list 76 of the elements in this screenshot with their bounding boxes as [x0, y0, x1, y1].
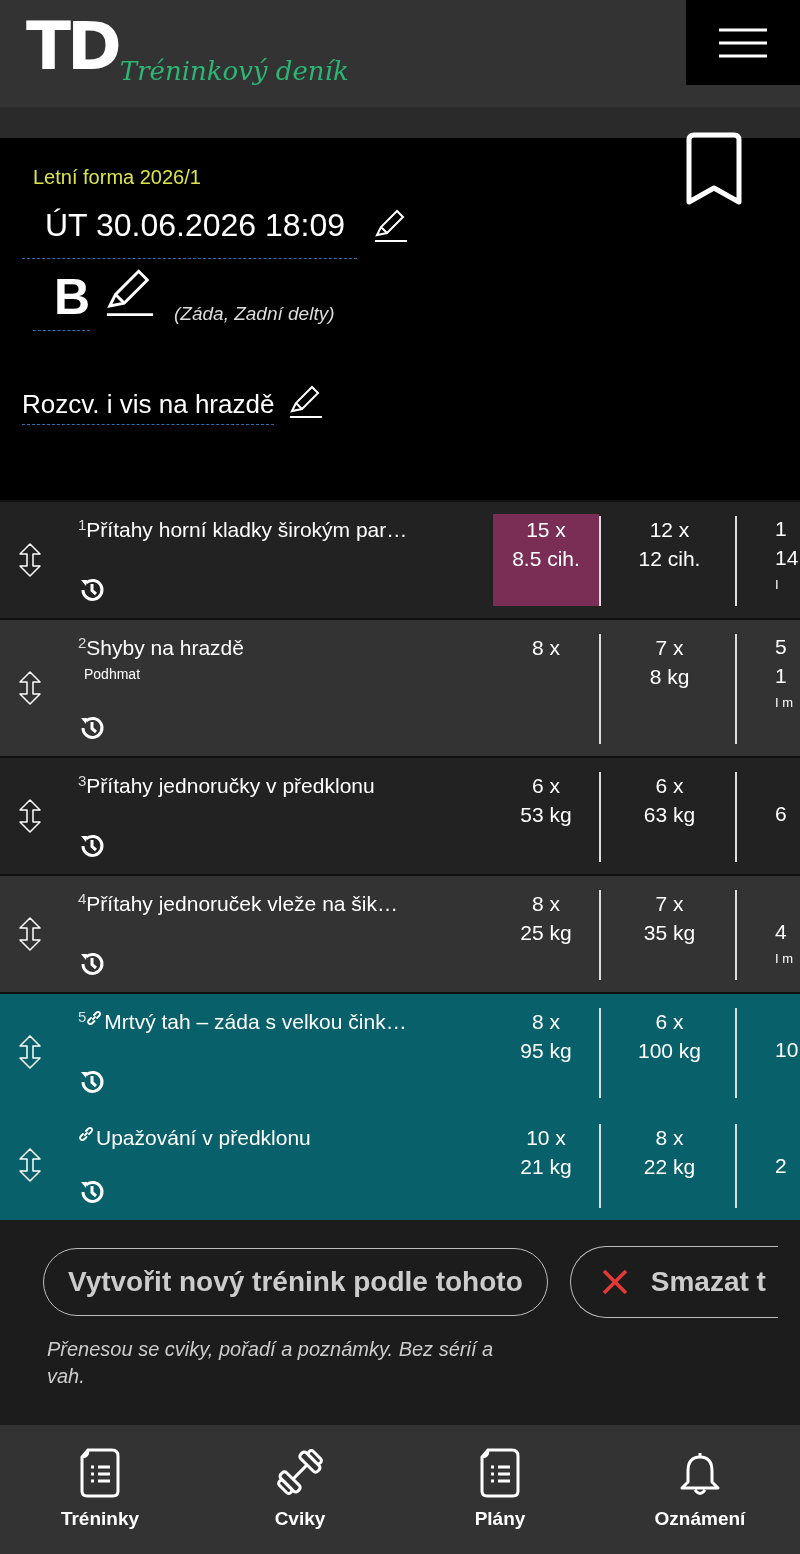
- nav-tab[interactable]: Oznámení: [600, 1425, 800, 1554]
- exercise-name: Přítahy jednoručky v předklonu: [86, 773, 375, 799]
- set-cell[interactable]: 15 x 8.5 cih.: [493, 514, 599, 606]
- history-icon[interactable]: [78, 832, 106, 860]
- set-cell[interactable]: 10 x 21 kg: [493, 1122, 599, 1214]
- menu-button[interactable]: [686, 0, 800, 85]
- set-cell-text: 6: [775, 801, 787, 827]
- plan-name: Letní forma 2026/1: [33, 166, 202, 189]
- exercise-name: Shyby na hrazdě: [86, 635, 244, 661]
- history-icon[interactable]: [78, 1178, 106, 1206]
- set-cell[interactable]: 6 x 63 kg: [604, 770, 735, 862]
- drag-handle-icon[interactable]: [18, 543, 42, 577]
- muscle-groups: (Záda, Zadní delty): [174, 303, 335, 325]
- workout-note[interactable]: Rozcv. i vis na hrazdě: [22, 389, 275, 425]
- drag-handle-icon[interactable]: [18, 1035, 42, 1069]
- set-cell[interactable]: 6 x 100 kg: [604, 1006, 735, 1098]
- history-icon[interactable]: [78, 950, 106, 978]
- exercise-name: Upažování v předklonu: [96, 1125, 311, 1151]
- set-note: I m: [775, 950, 794, 968]
- exercise-number: 2: [78, 635, 87, 650]
- set-cell-text: 10: [775, 1037, 799, 1063]
- history-icon[interactable]: [78, 1068, 106, 1096]
- workout-variant[interactable]: B: [33, 268, 90, 331]
- app-title: Tréninkový deník: [119, 56, 349, 86]
- set-cell-text: 1: [775, 516, 787, 542]
- set-cell[interactable]: 6 x 53 kg: [493, 770, 599, 862]
- dumbbell-icon: [274, 1446, 326, 1498]
- exercise-variant: Podhmat: [84, 666, 142, 682]
- exercise-row[interactable]: $^{4}$Přítahy jednoruček vleže na šik… 8 x 25 kg 7 x 35 kg 4 I m: [0, 876, 800, 992]
- bell-icon: [678, 1452, 722, 1498]
- set-cell[interactable]: 7 x 35 kg: [604, 888, 735, 980]
- workout-datetime[interactable]: ÚT 30.06.2026 18:09: [22, 207, 358, 259]
- copy-hint: Přenesou se cviky, pořadí a poznámky. Bez sérií a vah.: [47, 1337, 495, 1389]
- exercise-row[interactable]: $^{3}$Přítahy jednoručky v předklonu 6 x 53 kg 6 x 63 kg 6: [0, 758, 800, 874]
- drag-handle-icon[interactable]: [18, 917, 42, 951]
- set-cell[interactable]: 7 x 8 kg: [604, 632, 735, 724]
- edit-icon[interactable]: [104, 267, 156, 319]
- set-note: I m: [775, 694, 794, 712]
- set-cell-text: 4: [775, 919, 787, 945]
- set-cell[interactable]: 8 x: [493, 632, 599, 724]
- exercise-number: 3: [78, 773, 87, 788]
- history-icon[interactable]: [78, 576, 106, 604]
- exercise-row[interactable]: $^{2}$Shyby na hrazdě Podhmat 8 x 7 x 8 kg 5 1 I m: [0, 620, 800, 756]
- history-icon[interactable]: [78, 714, 106, 742]
- set-cell[interactable]: 8 x 25 kg: [493, 888, 599, 980]
- exercise-name: Přítahy horní kladky širokým par…: [86, 517, 408, 543]
- drag-handle-icon[interactable]: [18, 1148, 42, 1182]
- nav-tab[interactable]: Tréninky: [0, 1425, 200, 1554]
- logo-mark: TD: [26, 14, 118, 80]
- document-icon: [480, 1448, 520, 1498]
- exercise-row[interactable]: Upažování v předklonu 10 x 21 kg 8 x 22 kg 2: [0, 1110, 800, 1220]
- nav-tab[interactable]: Plány: [400, 1425, 600, 1554]
- exercise-row[interactable]: $^{5}$ Mrtvý tah – záda s velkou čink… 8 x 95 kg 6 x 100 kg 10: [0, 994, 800, 1110]
- nav-tab[interactable]: Cviky: [200, 1425, 400, 1554]
- edit-icon[interactable]: [288, 385, 325, 419]
- set-note: I: [775, 576, 779, 594]
- set-cell[interactable]: 12 x 12 cih.: [604, 514, 735, 606]
- menu-icon: [718, 26, 768, 59]
- exercise-row[interactable]: $^{1}$Přítahy horní kladky širokým par… 15 x 8.5 cih. 12 x 12 cih. 1 14 I: [0, 502, 800, 618]
- set-cell-text: 5: [775, 634, 787, 660]
- set-cell[interactable]: 8 x 22 kg: [604, 1122, 735, 1214]
- exercise-name: Mrtvý tah – záda s velkou čink…: [104, 1009, 407, 1035]
- exercise-name: Přítahy jednoruček vleže na šik…: [86, 891, 398, 917]
- set-cell[interactable]: 8 x 95 kg: [493, 1006, 599, 1098]
- edit-icon[interactable]: [373, 209, 410, 243]
- set-cell-text: 1: [775, 663, 787, 689]
- exercise-number: 5: [78, 1009, 87, 1024]
- document-icon: [80, 1448, 120, 1498]
- drag-handle-icon[interactable]: [18, 671, 42, 705]
- bookmark-icon[interactable]: [684, 132, 744, 208]
- exercise-number: 1: [78, 517, 87, 532]
- set-cell-text: 14: [775, 545, 799, 571]
- close-icon: [600, 1268, 629, 1296]
- drag-handle-icon[interactable]: [18, 799, 42, 833]
- exercise-number: 4: [78, 891, 87, 906]
- set-cell-text: 2: [775, 1153, 787, 1179]
